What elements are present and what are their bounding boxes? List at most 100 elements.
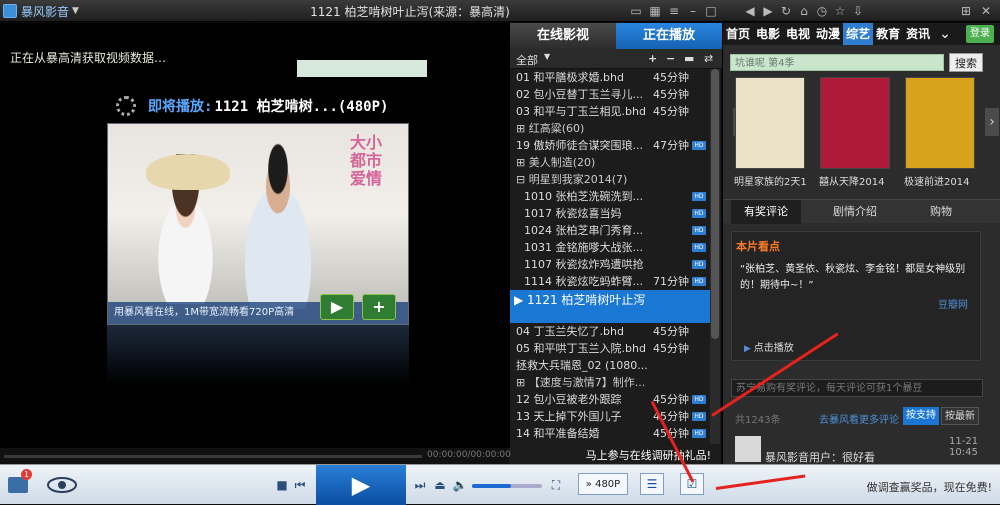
content-tab[interactable]: 剧情介绍: [815, 200, 895, 224]
show-poster[interactable]: [735, 77, 805, 169]
playlist-item[interactable]: 12 包小豆被老外跟踪 45分钟 HD: [510, 391, 710, 408]
playlist-item[interactable]: 1107 秋瓷炫炸鸡遭哄抢 HD: [510, 256, 710, 273]
playlist-item-duration: 45分钟: [653, 393, 689, 406]
nav-item[interactable]: 教育: [873, 23, 903, 45]
playlist-item[interactable]: 02 包小豆替丁玉兰寻儿... 45分钟: [510, 86, 710, 103]
more-comments-link[interactable]: 去暴风看更多评论: [819, 411, 899, 426]
playlist-group[interactable]: ⊞ 【速度与激情7】制作...: [510, 374, 710, 391]
favorites-icon[interactable]: ☆: [832, 3, 848, 19]
playlist-group[interactable]: ⊞ 美人制造(20): [510, 154, 710, 171]
playlist-item[interactable]: 拯救大兵瑞恩_02 (1080...: [510, 357, 710, 374]
survey-reward-link[interactable]: 做调查赢奖品，现在免费!: [867, 479, 992, 495]
playlist-item[interactable]: 13 天上掉下外国儿子 45分钟 HD: [510, 408, 710, 425]
playlist-group[interactable]: ⊞ 红高粱(60): [510, 120, 710, 137]
playlist-scrollbar[interactable]: [710, 69, 720, 444]
history-icon[interactable]: ◷: [814, 3, 830, 19]
content-tab[interactable]: 有奖评论: [731, 200, 801, 224]
previous-icon[interactable]: ⏮: [292, 476, 308, 494]
video-area[interactable]: 正在从暴高清获取视频数据… 即将播放: 1121 柏芝啃树...(480P) 大…: [0, 23, 509, 448]
playlist-item[interactable]: 05 和平哄丁玉兰入院.bhd 45分钟: [510, 340, 710, 357]
loop-mode-icon[interactable]: ⇄: [704, 52, 713, 65]
seek-track[interactable]: [4, 455, 422, 458]
show-poster[interactable]: [905, 77, 975, 169]
poster-caption[interactable]: 明星家族的2天1: [734, 173, 807, 188]
refresh-icon[interactable]: ↻: [778, 3, 794, 19]
play-icon[interactable]: ▶: [320, 294, 354, 320]
seek-bar[interactable]: 00:00:00/00:00:00: [0, 448, 511, 464]
sort-by-newest-button[interactable]: 按最新: [941, 407, 979, 425]
close-button[interactable]: ✕: [978, 3, 994, 19]
search-input[interactable]: 坑谁呢 第4季: [730, 54, 944, 71]
playlist-item[interactable]: 1010 张柏芝洗碗洗到... HD: [510, 188, 710, 205]
volume-icon[interactable]: 🔈: [452, 476, 468, 494]
show-poster[interactable]: [820, 77, 890, 169]
playlist-item[interactable]: 1114 秋瓷炫吃蚂蚱臂... 71分钟 HD: [510, 273, 710, 290]
nav-item[interactable]: 电影: [753, 23, 783, 45]
playlist-item-title: 1107 秋瓷炫炸鸡遭哄抢: [524, 258, 644, 271]
playlist-item-playing[interactable]: ▶ 1121 柏芝啃树叶止泻: [510, 290, 710, 323]
poster-caption[interactable]: 囍从天降2014: [819, 173, 884, 188]
playlist-item[interactable]: 01 和平膳极求婚.bhd 45分钟: [510, 69, 710, 86]
playlist-item[interactable]: 1024 张柏芝串门秀育... HD: [510, 222, 710, 239]
nav-item[interactable]: 综艺: [843, 23, 874, 45]
video-thumbnail[interactable]: 大小 都市 爱情 用暴风看在线，1M带宽流畅看720P高清 ▶ +: [107, 123, 409, 325]
play-button[interactable]: ▶: [316, 465, 406, 505]
back-icon[interactable]: ◀: [742, 3, 758, 19]
clear-list-icon[interactable]: ▬: [684, 52, 694, 65]
panel-toggle-icon[interactable]: ⊞: [958, 3, 974, 19]
download-icon[interactable]: ⇩: [850, 3, 866, 19]
stop-icon[interactable]: ■: [274, 476, 290, 494]
carousel-next-icon[interactable]: ›: [985, 108, 999, 136]
hd-badge-icon: HD: [692, 243, 706, 252]
eject-icon[interactable]: ⏏: [432, 476, 448, 494]
filter-select[interactable]: 全部: [516, 52, 538, 68]
playlist-group[interactable]: ⊟ 明星到我家2014(7): [510, 171, 710, 188]
poster-caption[interactable]: 极速前进2014: [904, 173, 969, 188]
hd-badge-icon: HD: [692, 192, 706, 201]
skin-icon[interactable]: ▦: [647, 3, 663, 19]
more-categories-icon[interactable]: ⌄: [939, 26, 951, 42]
tab-now-playing[interactable]: 正在播放: [616, 23, 722, 49]
nav-item[interactable]: 首页: [723, 23, 753, 45]
next-icon[interactable]: ⏭: [412, 476, 428, 494]
search-button[interactable]: 搜索: [949, 53, 983, 72]
fullscreen-icon[interactable]: ⛶: [548, 476, 564, 494]
playlist-item[interactable]: 1031 金铭施嗲大战张... HD: [510, 239, 710, 256]
playlist-item[interactable]: 03 和平与丁玉兰相见.bhd 45分钟: [510, 103, 710, 120]
app-name: 暴风影音: [21, 4, 70, 19]
menu-icon[interactable]: ≡: [666, 3, 682, 19]
maximize-button[interactable]: □: [703, 3, 719, 19]
playlist-item[interactable]: 1017 秋瓷炫喜当妈 HD: [510, 205, 710, 222]
playlist-toggle-button[interactable]: ☰: [640, 473, 664, 495]
playlist-item-title: 1024 张柏芝串门秀育...: [524, 224, 643, 237]
forward-icon[interactable]: ▶: [760, 3, 776, 19]
click-play-link[interactable]: ▶ 点击播放: [744, 339, 794, 354]
minimize-button[interactable]: –: [685, 3, 701, 19]
playlist-item[interactable]: 04 丁玉兰失忆了.bhd 45分钟: [510, 323, 710, 340]
playlist-item[interactable]: 14 和平准备结婚 45分钟 HD: [510, 425, 710, 442]
home-icon[interactable]: ⌂: [796, 3, 812, 19]
nav-item[interactable]: 电视: [783, 23, 813, 45]
scrollbar-thumb[interactable]: [711, 69, 719, 339]
login-button[interactable]: 登录: [966, 25, 994, 43]
nav-item[interactable]: 动漫: [813, 23, 843, 45]
playlist-item[interactable]: 19 傲娇师徒合谋突围琅... 47分钟 HD: [510, 137, 710, 154]
nav-item[interactable]: 资讯: [903, 23, 933, 45]
add-icon[interactable]: +: [362, 294, 396, 320]
remove-item-icon[interactable]: −: [666, 52, 675, 65]
add-item-icon[interactable]: +: [648, 52, 657, 65]
tab-online-video[interactable]: 在线影视: [510, 23, 616, 49]
sort-by-support-button[interactable]: 按支持: [903, 407, 939, 425]
eye-icon[interactable]: [46, 475, 78, 495]
chevron-down-icon[interactable]: ▼: [544, 52, 550, 61]
douban-link[interactable]: 豆瓣网: [938, 296, 968, 311]
playlist-item-title: 13 天上掉下外国儿子: [516, 410, 622, 423]
content-tab[interactable]: 购物: [901, 200, 981, 224]
playlist-item-title: ⊞ 美人制造(20): [516, 156, 596, 169]
quality-button[interactable]: » 480P: [578, 473, 628, 495]
thumbnail-reflection: [107, 325, 409, 385]
mini-mode-icon[interactable]: ▭: [628, 3, 644, 19]
volume-slider[interactable]: [472, 484, 542, 488]
app-logo[interactable]: 暴风影音 ▼: [3, 3, 79, 19]
comment-input[interactable]: 苏宁易购有奖评论，每天评论可获1个暴豆: [731, 379, 983, 397]
